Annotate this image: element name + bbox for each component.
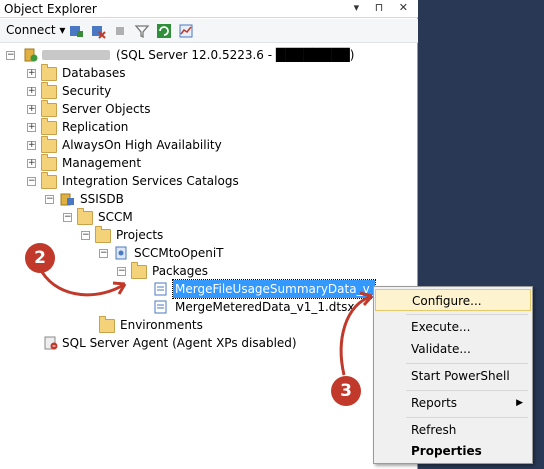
node-label: Integration Services Catalogs — [62, 174, 239, 188]
menu-separator — [406, 363, 528, 364]
menu-item-start-powershell[interactable]: Start PowerShell — [375, 365, 531, 387]
collapse-toggle[interactable]: − — [45, 195, 54, 204]
menu-separator — [406, 390, 528, 391]
server-icon — [24, 48, 38, 62]
node-label: SCCMtoOpeniT — [134, 246, 224, 260]
connect-button[interactable]: Connect ▾ — [6, 23, 65, 37]
panel-window-buttons[interactable]: ▾ ⊓ ✕ — [354, 1, 414, 14]
folder-icon — [41, 136, 57, 153]
expand-toggle[interactable]: + — [27, 105, 36, 114]
folder-icon — [131, 262, 147, 279]
folder-icon — [41, 64, 57, 81]
folder-icon — [95, 226, 111, 243]
callout-badge-2: 2 — [25, 243, 55, 273]
node-label: Packages — [152, 264, 208, 278]
refresh-icon[interactable] — [156, 23, 172, 39]
node-label: MergeMeteredData_v1_1.dtsx — [175, 300, 355, 314]
sql-agent-icon — [44, 336, 58, 350]
folder-icon — [99, 316, 115, 333]
folder-icon — [41, 100, 57, 117]
collapse-toggle[interactable]: − — [63, 213, 72, 222]
node-label: Replication — [62, 120, 129, 134]
node-label: Projects — [116, 228, 164, 242]
expand-toggle[interactable]: + — [27, 123, 36, 132]
folder-icon — [77, 208, 93, 225]
panel-titlebar: Object Explorer ▾ ⊓ ✕ — [0, 0, 418, 18]
node-label: AlwaysOn High Availability — [62, 138, 222, 152]
callout-badge-3: 3 — [331, 376, 361, 406]
node-label: Management — [62, 156, 142, 170]
menu-item-refresh[interactable]: Refresh — [375, 419, 531, 441]
context-menu: Configure... Execute... Validate... Star… — [373, 286, 533, 464]
node-label: Server Objects — [62, 102, 151, 116]
node-label: SSISDB — [80, 192, 124, 206]
collapse-toggle[interactable]: − — [99, 249, 108, 258]
menu-item-validate[interactable]: Validate... — [375, 338, 531, 360]
node-label: SCCM — [98, 210, 133, 224]
expand-toggle[interactable]: + — [27, 69, 36, 78]
server-label: (SQL Server 12.0.5223.6 - ████████) — [116, 48, 355, 62]
project-icon — [115, 246, 127, 260]
expand-toggle[interactable]: + — [27, 159, 36, 168]
collapse-toggle[interactable]: − — [81, 231, 90, 240]
toolbar: Connect ▾ — [0, 19, 418, 43]
node-label: Databases — [62, 66, 126, 80]
folder-icon — [41, 118, 57, 135]
expand-toggle[interactable]: + — [27, 141, 36, 150]
menu-item-execute[interactable]: Execute... — [375, 316, 531, 338]
collapse-toggle[interactable]: − — [27, 177, 36, 186]
activity-monitor-icon[interactable] — [178, 23, 194, 39]
filter-icon[interactable] — [134, 23, 150, 39]
package-icon — [154, 300, 167, 314]
expand-toggle[interactable]: + — [27, 87, 36, 96]
node-label: SQL Server Agent (Agent XPs disabled) — [62, 336, 297, 350]
node-label: Security — [62, 84, 112, 98]
menu-item-reports[interactable]: Reports ▶ — [375, 392, 531, 414]
collapse-toggle[interactable]: − — [117, 267, 126, 276]
menu-separator — [406, 417, 528, 418]
node-label: MergeFileUsageSummaryData_v_1_1.dtsx — [172, 279, 376, 299]
connect-server-icon[interactable] — [68, 23, 84, 39]
menu-item-properties[interactable]: Properties — [375, 440, 531, 462]
node-label: Environments — [120, 318, 203, 332]
package-icon — [154, 282, 167, 296]
server-name-redacted — [42, 50, 110, 60]
submenu-arrow-icon: ▶ — [516, 398, 523, 408]
disconnect-icon[interactable] — [90, 23, 106, 39]
menu-separator — [406, 314, 528, 315]
menu-item-configure[interactable]: Configure... — [375, 289, 531, 311]
folder-icon — [41, 154, 57, 171]
panel-title: Object Explorer — [4, 2, 97, 16]
folder-icon — [41, 172, 57, 189]
object-tree: − (SQL Server 12.0.5223.6 - ████████) + … — [0, 44, 418, 469]
stop-icon[interactable] — [112, 23, 128, 39]
collapse-toggle[interactable]: − — [6, 51, 15, 60]
menu-item-label: Reports — [411, 396, 458, 410]
catalog-icon — [60, 193, 74, 206]
folder-icon — [41, 82, 57, 99]
